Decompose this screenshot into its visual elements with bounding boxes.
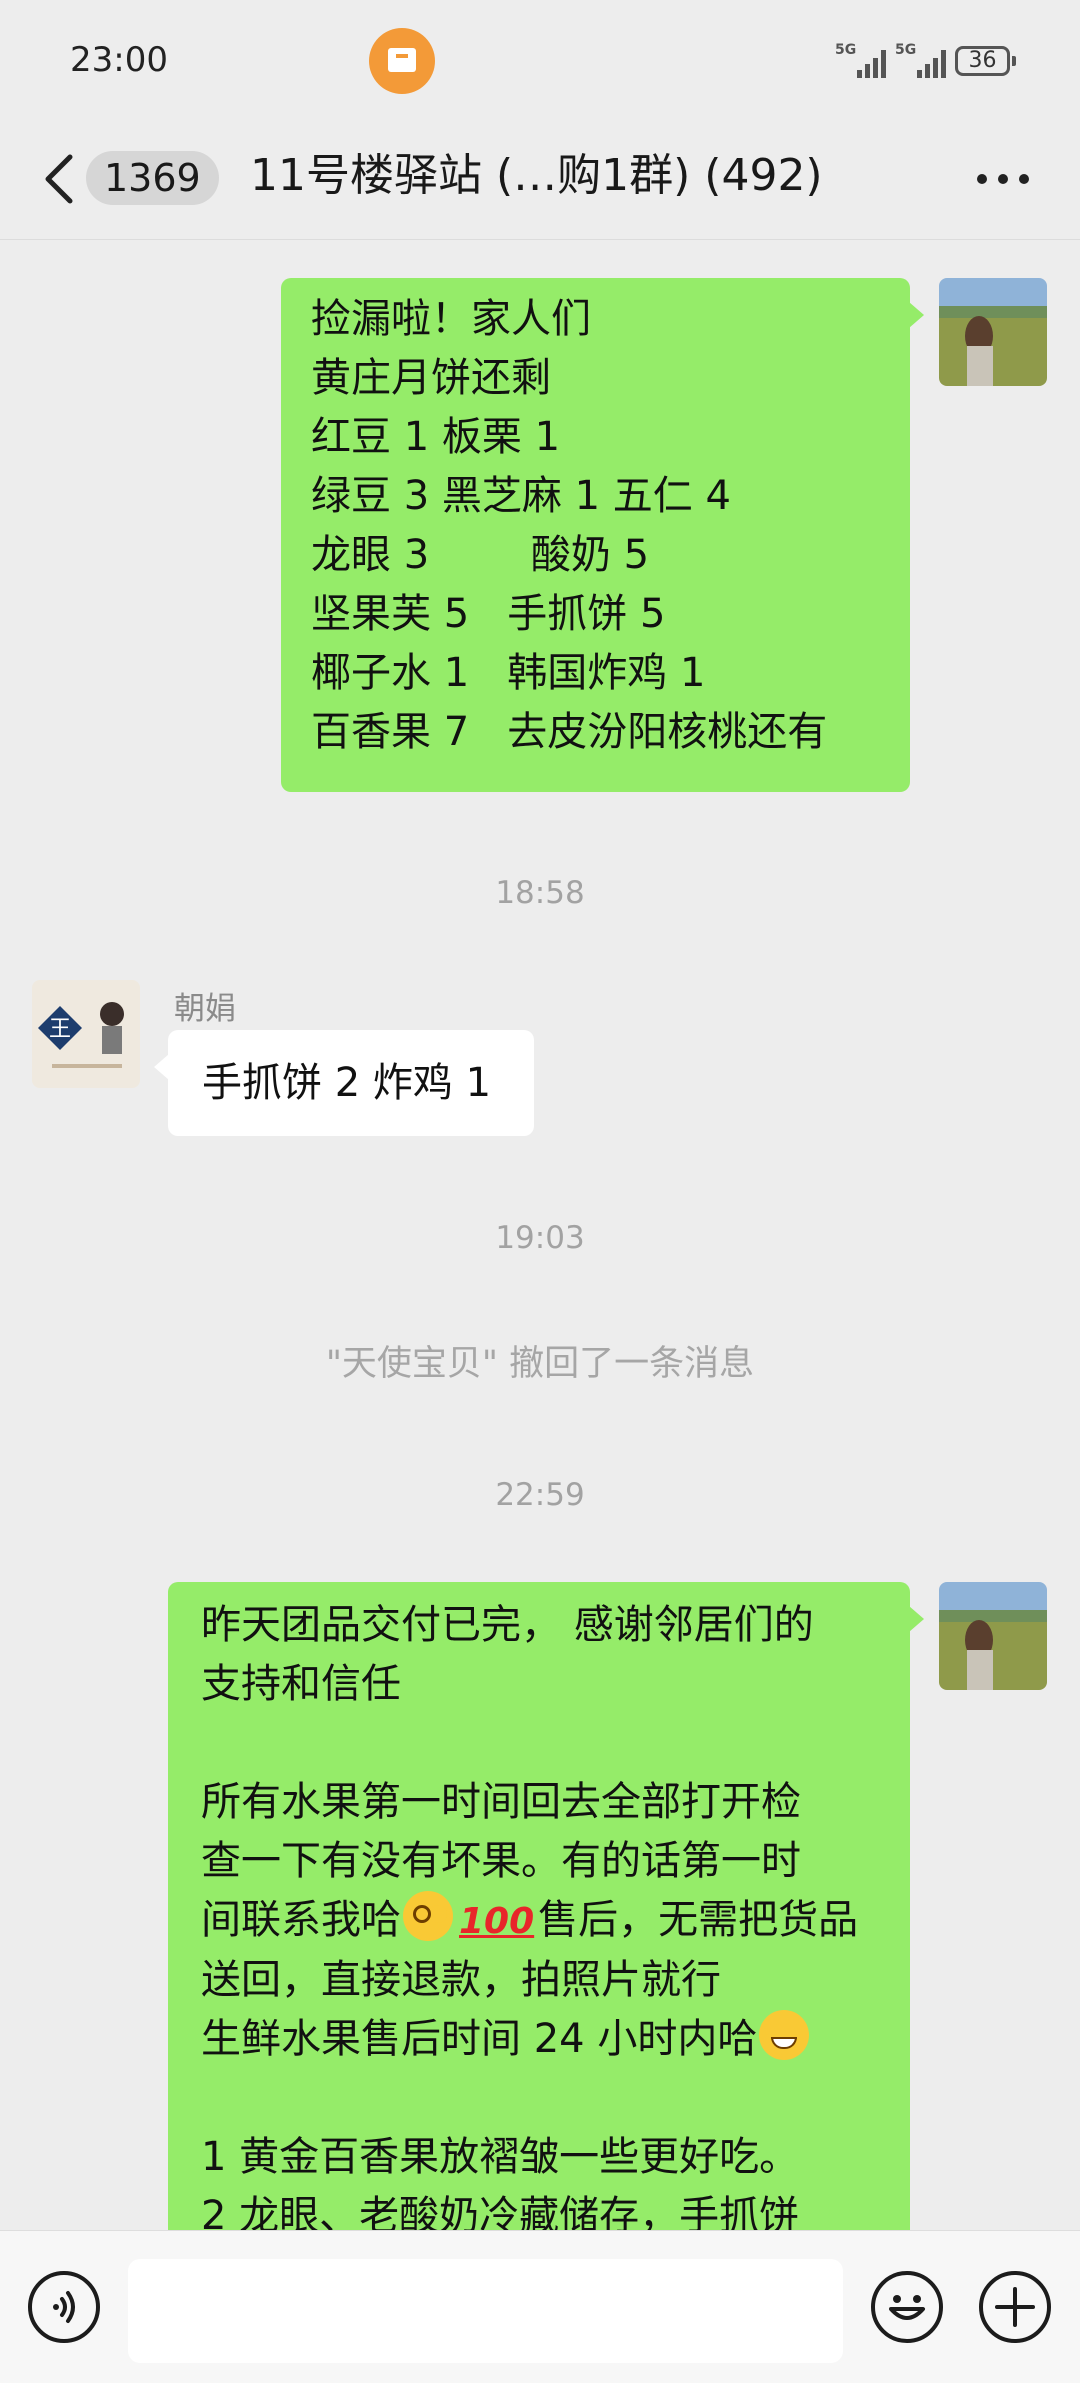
- message-line: 绿豆 3 黑芝麻 1 五仁 4: [311, 473, 731, 519]
- message-line: 龙眼 3 酸奶 5: [311, 532, 650, 578]
- clock: 23:00: [70, 40, 168, 80]
- more-icon: [977, 174, 987, 184]
- message-line: 1 黄金百香果放褶皱一些更好吃。: [201, 2134, 800, 2180]
- unread-badge[interactable]: 1369: [86, 151, 219, 205]
- message-line: 百香果 7 去皮汾阳核桃还有: [311, 709, 828, 755]
- timestamp: 22:59: [495, 1477, 585, 1513]
- chat-title: 11号楼驿站 (…购1群) (492): [250, 150, 823, 201]
- sender-name: 朝娟: [174, 991, 236, 1027]
- chevron-left-icon: [45, 154, 73, 204]
- voice-icon: [53, 2291, 75, 2323]
- message-line: 生鲜水果售后时间 24 小时内哈: [201, 2010, 877, 2069]
- message-line: 送回，直接退款，拍照片就行: [201, 1957, 721, 2003]
- hundred-points-emoji-icon: 100: [459, 1901, 535, 1942]
- my-avatar[interactable]: [939, 1582, 1047, 1690]
- message-bubble-received[interactable]: 手抓饼 2 炸鸡 1: [154, 1030, 534, 1136]
- message-line: 2 龙眼、老酸奶冷藏储存，手抓饼: [201, 2193, 800, 2230]
- message-line: 红豆 1 板栗 1: [311, 414, 561, 460]
- message-text: 手抓饼 2 炸鸡 1: [202, 1060, 492, 1106]
- message-line: 坚果芙 5 手抓饼 5: [311, 591, 666, 637]
- status-bar: 23:00 5G 5G 36: [0, 0, 1080, 124]
- battery-icon: 36: [955, 46, 1016, 76]
- message-bubble-sent[interactable]: 昨天团品交付已完， 感谢邻居们的 支持和信任 所有水果第一时间回去全部打开检 查…: [168, 1582, 924, 2230]
- delivery-app-icon: [369, 28, 435, 94]
- voice-button[interactable]: [28, 2271, 100, 2343]
- signal-icon: 5G: [835, 42, 891, 78]
- chat-header: 1369 11号楼驿站 (…购1群) (492): [0, 124, 1080, 240]
- message-input[interactable]: [128, 2259, 843, 2363]
- message-bubble-sent[interactable]: 捡漏啦！家人们 黄庄月饼还剩 红豆 1 板栗 1 绿豆 3 黑芝麻 1 五仁 4…: [281, 278, 924, 792]
- signal-icon-2: 5G: [895, 42, 951, 78]
- grinning-face-emoji-icon: [759, 2010, 810, 2060]
- contact-avatar[interactable]: 王: [32, 980, 140, 1088]
- timestamp: 18:58: [495, 875, 585, 911]
- emoji-icon: [889, 2295, 925, 2320]
- recall-notice: "天使宝贝" 撤回了一条消息: [325, 1344, 755, 1384]
- message-line: 支持和信任: [201, 1661, 401, 1707]
- plus-icon: [995, 2287, 1035, 2327]
- input-bar: [0, 2230, 1080, 2383]
- more-button[interactable]: [975, 174, 1031, 186]
- message-line: 黄庄月饼还剩: [311, 355, 551, 401]
- svg-text:王: 王: [49, 1017, 71, 1042]
- emoji-button[interactable]: [871, 2271, 943, 2343]
- my-avatar[interactable]: [939, 278, 1047, 386]
- dizzy-face-emoji-icon: [403, 1891, 453, 1941]
- message-line: 查一下有没有坏果。有的话第一时: [201, 1838, 801, 1884]
- message-list[interactable]: 捡漏啦！家人们 黄庄月饼还剩 红豆 1 板栗 1 绿豆 3 黑芝麻 1 五仁 4…: [0, 240, 1080, 2230]
- back-button[interactable]: [40, 149, 80, 209]
- message-line: 间联系我哈 100 售后，无需把货品: [201, 1891, 877, 1951]
- message-line: 所有水果第一时间回去全部打开检: [201, 1779, 801, 1825]
- timestamp: 19:03: [495, 1220, 585, 1256]
- message-line: 椰子水 1 韩国炸鸡 1: [311, 650, 706, 696]
- plus-button[interactable]: [979, 2271, 1051, 2343]
- message-line: 昨天团品交付已完， 感谢邻居们的: [201, 1602, 814, 1648]
- message-line: 捡漏啦！家人们: [311, 296, 591, 342]
